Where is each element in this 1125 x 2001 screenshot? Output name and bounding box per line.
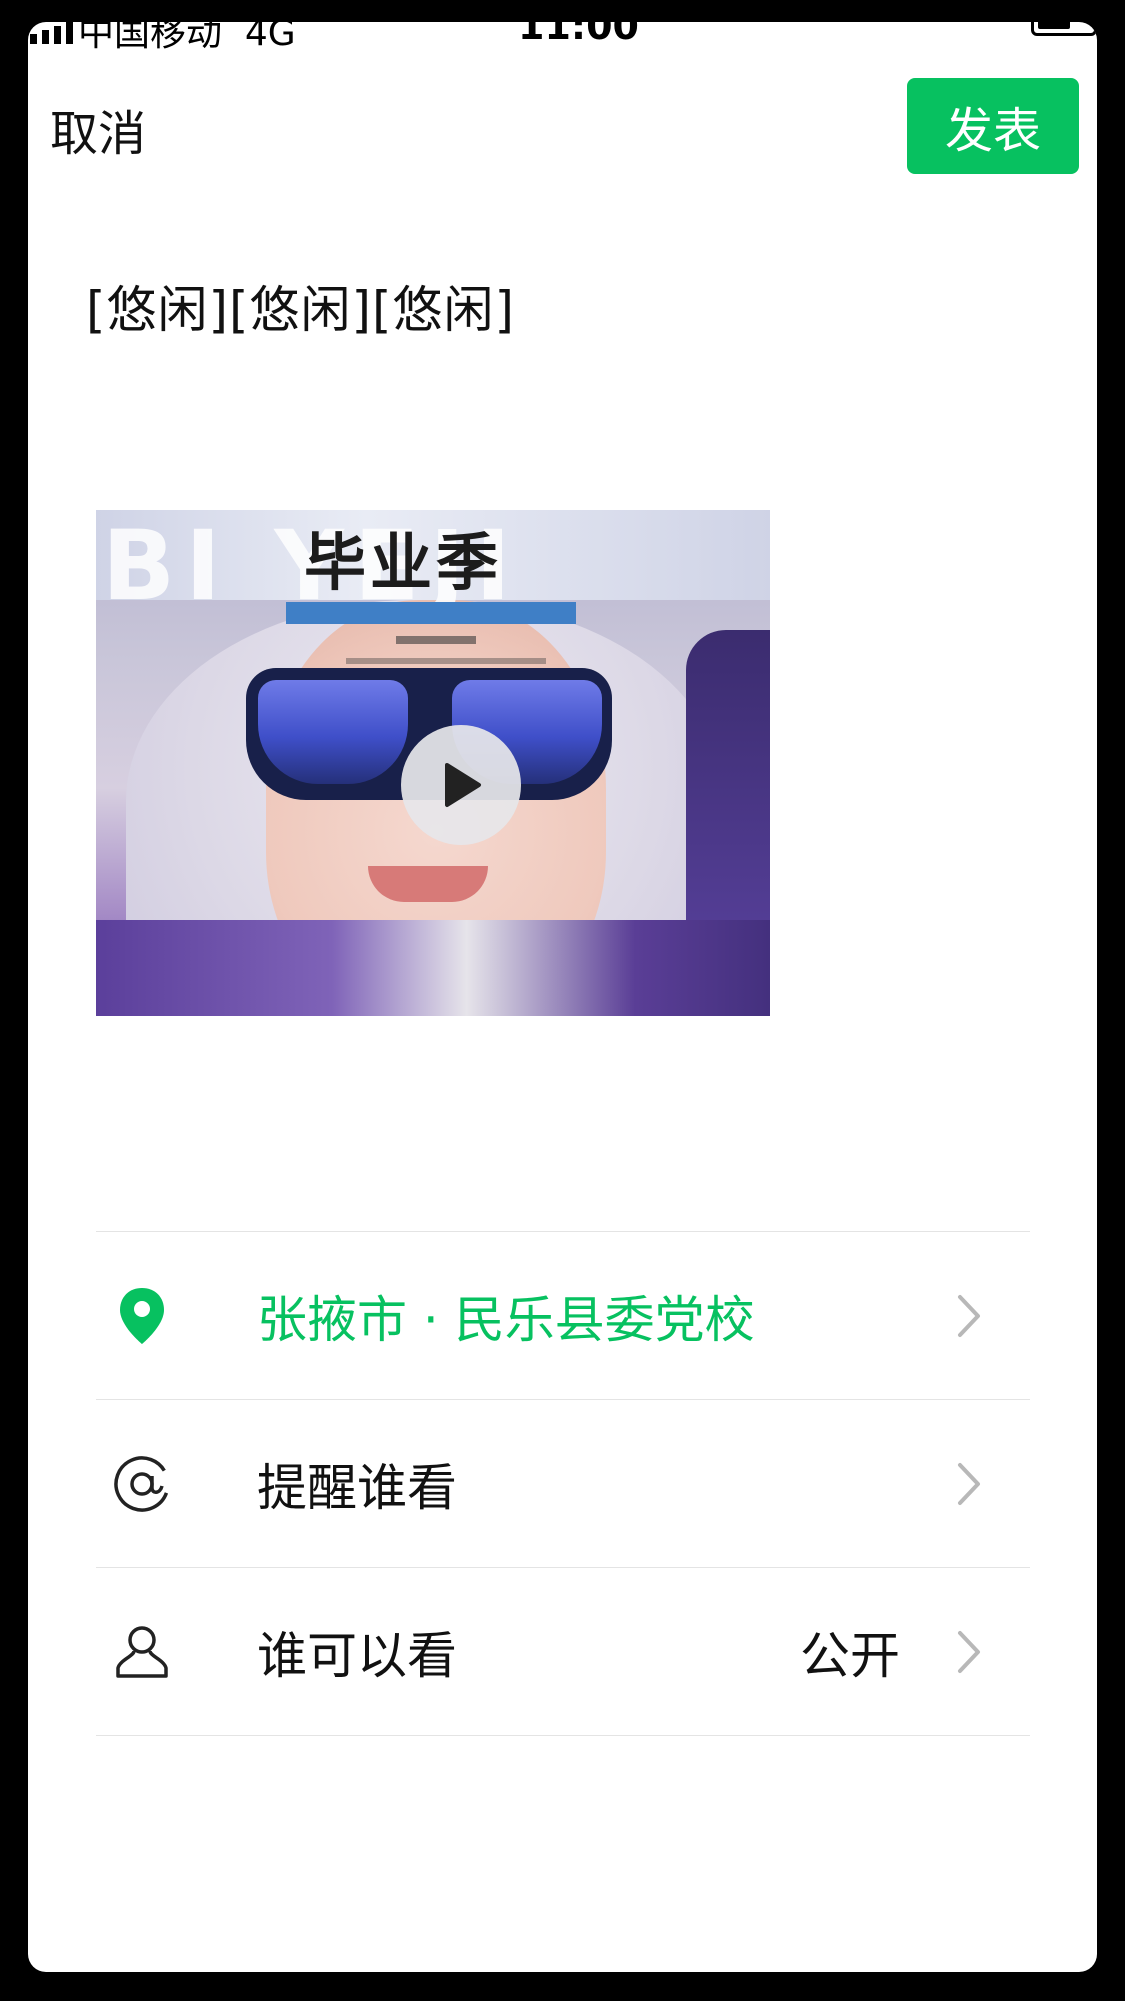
video-overlay-title: 毕业季 xyxy=(304,526,503,599)
at-sign-icon xyxy=(110,1452,174,1516)
video-overlay-line xyxy=(346,658,546,664)
device-frame: 中国移动 4G 11:00 取消 发表 [悠闲][悠闲][悠闲] BI YEJI… xyxy=(0,0,1125,2001)
location-pin-icon xyxy=(110,1284,174,1348)
battery-icon xyxy=(1031,22,1097,36)
chevron-right-icon xyxy=(958,1462,980,1505)
status-bar: 中国移动 4G 11:00 xyxy=(28,22,1097,54)
publish-button[interactable]: 发表 xyxy=(907,78,1079,174)
video-overlay-line xyxy=(396,636,476,644)
location-row[interactable]: 张掖市 · 民乐县委党校 xyxy=(96,1232,1030,1399)
shirt xyxy=(96,920,770,1016)
visibility-value: 公开 xyxy=(800,1626,900,1685)
chevron-right-icon xyxy=(958,1630,980,1673)
remind-label: 提醒谁看 xyxy=(257,1458,457,1517)
video-overlay-bar xyxy=(286,602,576,624)
chevron-right-icon xyxy=(958,1294,980,1337)
status-time: 11:00 xyxy=(518,22,639,48)
carrier-label: 中国移动 4G xyxy=(78,22,296,54)
person-icon xyxy=(110,1620,174,1684)
signal-strength-icon xyxy=(30,22,73,44)
remind-row[interactable]: 提醒谁看 xyxy=(96,1400,1030,1567)
visibility-row[interactable]: 谁可以看 公开 xyxy=(96,1568,1030,1735)
post-text-input[interactable]: [悠闲][悠闲][悠闲] xyxy=(86,270,515,342)
location-label: 张掖市 · 民乐县委党校 xyxy=(257,1290,755,1349)
cancel-button[interactable]: 取消 xyxy=(50,94,146,164)
mouth xyxy=(368,866,488,902)
screen: 中国移动 4G 11:00 取消 发表 [悠闲][悠闲][悠闲] BI YEJI… xyxy=(28,22,1097,1972)
visibility-label: 谁可以看 xyxy=(257,1626,457,1685)
play-icon xyxy=(445,763,481,807)
play-button[interactable] xyxy=(401,725,521,845)
sunglasses-lens-left xyxy=(258,680,408,784)
divider xyxy=(96,1735,1030,1736)
